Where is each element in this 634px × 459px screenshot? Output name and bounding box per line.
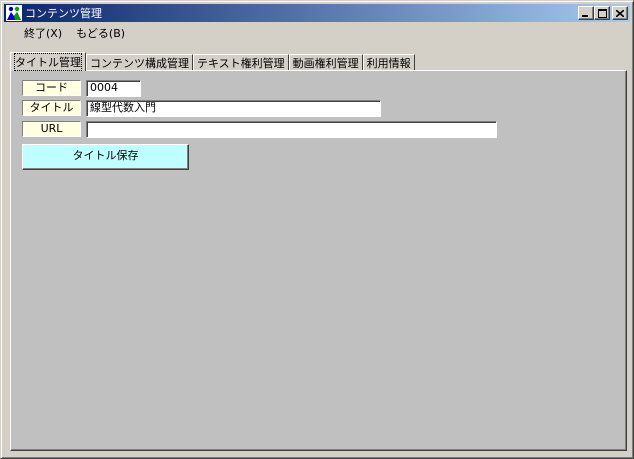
menu-bar: 終了(X) もどる(B) — [4, 23, 630, 42]
tab-title-management[interactable]: タイトル管理 — [10, 52, 86, 71]
url-field[interactable] — [86, 121, 497, 138]
minimize-button[interactable] — [578, 6, 594, 20]
tab-label: 動画権利管理 — [292, 57, 359, 70]
url-label: URL — [22, 121, 81, 137]
title-bar[interactable]: コンテンツ管理 — [4, 4, 630, 22]
save-title-button[interactable]: タイトル保存 — [22, 144, 189, 170]
title-field[interactable]: 線型代数入門 — [86, 100, 381, 117]
tab-usage-info[interactable]: 利用情報 — [362, 54, 415, 71]
close-icon — [616, 9, 624, 17]
app-window: コンテンツ管理 終了(X) もどる(B) タイトル管理 コンテンツ構成管理 テキ… — [0, 0, 634, 459]
tab-label: コンテンツ構成管理 — [90, 57, 189, 70]
title-label: タイトル — [22, 100, 81, 116]
menu-exit[interactable]: 終了(X) — [24, 25, 69, 41]
minimize-icon — [582, 15, 588, 17]
tab-text-rights[interactable]: テキスト権利管理 — [193, 54, 289, 71]
menu-back[interactable]: もどる(B) — [69, 25, 132, 41]
tab-video-rights[interactable]: 動画権利管理 — [288, 54, 363, 71]
tab-content-structure[interactable]: コンテンツ構成管理 — [86, 54, 193, 71]
tab-label: テキスト権利管理 — [197, 57, 285, 70]
window-title: コンテンツ管理 — [25, 7, 102, 20]
tab-panel: コード 0004 タイトル 線型代数入門 URL タイトル保存 — [10, 70, 627, 451]
tab-strip: タイトル管理 コンテンツ構成管理 テキスト権利管理 動画権利管理 利用情報 — [10, 52, 415, 71]
app-people-icon[interactable] — [6, 5, 22, 21]
tab-label: 利用情報 — [366, 57, 411, 70]
maximize-icon — [597, 8, 607, 18]
close-button[interactable] — [612, 6, 628, 20]
tab-label: タイトル管理 — [14, 53, 82, 71]
code-label: コード — [22, 80, 81, 96]
panel-body: コード 0004 タイトル 線型代数入門 URL タイトル保存 — [12, 71, 624, 448]
maximize-button[interactable] — [594, 6, 610, 20]
code-field[interactable]: 0004 — [86, 80, 141, 97]
